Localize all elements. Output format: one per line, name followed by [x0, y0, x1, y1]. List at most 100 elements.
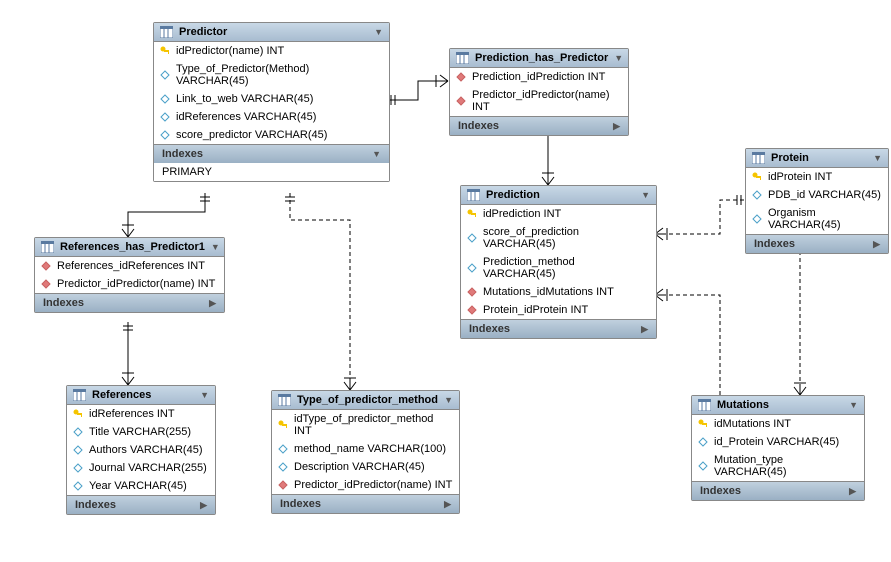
- diamond-fill-icon: [278, 480, 288, 490]
- column-row[interactable]: score_of_prediction VARCHAR(45): [461, 223, 656, 253]
- indexes-label: Indexes: [754, 238, 795, 250]
- column-list: idReferences INT Title VARCHAR(255) Auth…: [67, 405, 215, 495]
- key-icon: [698, 419, 708, 429]
- column-text: Prediction_idPrediction INT: [472, 71, 605, 83]
- indexes-bar[interactable]: Indexes▶: [67, 495, 215, 514]
- diamond-fill-icon: [41, 279, 51, 289]
- rel-prediction-protein: [655, 195, 745, 240]
- column-row[interactable]: Prediction_method VARCHAR(45): [461, 253, 656, 283]
- diamond-fill-icon: [41, 261, 51, 271]
- chevron-down-icon: ▼: [641, 190, 650, 200]
- column-row[interactable]: References_idReferences INT: [35, 257, 224, 275]
- column-row[interactable]: Type_of_Predictor(Method) VARCHAR(45): [154, 60, 389, 90]
- column-row[interactable]: Protein_idProtein INT: [461, 301, 656, 319]
- rel-rhp-references: [122, 322, 134, 385]
- entity-predictor[interactable]: Predictor ▼ idPredictor(name) INT Type_o…: [153, 22, 390, 182]
- key-icon: [278, 420, 288, 430]
- column-list: idPrediction INT score_of_prediction VAR…: [461, 205, 656, 319]
- entity-references-has-predictor1[interactable]: References_has_Predictor1 ▼ References_i…: [34, 237, 225, 313]
- column-text: Mutations_idMutations INT: [483, 286, 614, 298]
- chevron-down-icon: ▼: [873, 153, 882, 163]
- column-row[interactable]: idPrediction INT: [461, 205, 656, 223]
- entity-protein[interactable]: Protein ▼ idProtein INT PDB_id VARCHAR(4…: [745, 148, 889, 254]
- indexes-bar[interactable]: Indexes▶: [692, 481, 864, 500]
- indexes-bar[interactable]: Indexes▶: [272, 494, 459, 513]
- entity-header[interactable]: Predictor ▼: [154, 23, 389, 42]
- entity-mutations[interactable]: Mutations ▼ idMutations INT id_Protein V…: [691, 395, 865, 501]
- entity-header[interactable]: References ▼: [67, 386, 215, 405]
- diamond-open-icon: [467, 263, 477, 273]
- index-row[interactable]: PRIMARY: [154, 163, 389, 181]
- key-icon: [160, 46, 170, 56]
- indexes-label: Indexes: [43, 297, 84, 309]
- column-row[interactable]: Title VARCHAR(255): [67, 423, 215, 441]
- indexes-label: Indexes: [700, 485, 741, 497]
- entity-type-of-predictor-method[interactable]: Type_of_predictor_method ▼ idType_of_pre…: [271, 390, 460, 514]
- column-row[interactable]: idProtein INT: [746, 168, 888, 186]
- column-row[interactable]: idPredictor(name) INT: [154, 42, 389, 60]
- entity-header[interactable]: Protein ▼: [746, 149, 888, 168]
- indexes-bar[interactable]: Indexes▶: [461, 319, 656, 338]
- column-text: idType_of_predictor_method INT: [294, 413, 453, 437]
- column-row[interactable]: Predictor_idPredictor(name) INT: [450, 86, 628, 116]
- column-row[interactable]: Journal VARCHAR(255): [67, 459, 215, 477]
- column-text: Protein_idProtein INT: [483, 304, 588, 316]
- column-text: idProtein INT: [768, 171, 832, 183]
- column-list: idMutations INT id_Protein VARCHAR(45) M…: [692, 415, 864, 481]
- indexes-bar[interactable]: Indexes▼: [154, 144, 389, 163]
- column-text: Mutation_type VARCHAR(45): [714, 454, 858, 478]
- entity-title: Type_of_predictor_method: [297, 394, 438, 406]
- diamond-open-icon: [752, 190, 762, 200]
- column-row[interactable]: Organism VARCHAR(45): [746, 204, 888, 234]
- diamond-fill-icon: [467, 305, 477, 315]
- column-row[interactable]: idReferences INT: [67, 405, 215, 423]
- column-row[interactable]: Year VARCHAR(45): [67, 477, 215, 495]
- column-text: score_predictor VARCHAR(45): [176, 129, 327, 141]
- indexes-label: Indexes: [75, 499, 116, 511]
- entity-header[interactable]: References_has_Predictor1 ▼: [35, 238, 224, 257]
- column-row[interactable]: Link_to_web VARCHAR(45): [154, 90, 389, 108]
- column-text: Predictor_idPredictor(name) INT: [472, 89, 622, 113]
- indexes-bar[interactable]: Indexes▶: [450, 116, 628, 135]
- column-row[interactable]: PDB_id VARCHAR(45): [746, 186, 888, 204]
- diamond-open-icon: [73, 427, 83, 437]
- column-text: idPredictor(name) INT: [176, 45, 284, 57]
- column-list: idProtein INT PDB_id VARCHAR(45) Organis…: [746, 168, 888, 234]
- column-row[interactable]: Mutations_idMutations INT: [461, 283, 656, 301]
- column-row[interactable]: method_name VARCHAR(100): [272, 440, 459, 458]
- column-row[interactable]: Description VARCHAR(45): [272, 458, 459, 476]
- indexes-bar[interactable]: Indexes▶: [746, 234, 888, 253]
- column-text: Type_of_Predictor(Method) VARCHAR(45): [176, 63, 383, 87]
- entity-header[interactable]: Prediction_has_Predictor ▼: [450, 49, 628, 68]
- entity-prediction-has-predictor[interactable]: Prediction_has_Predictor ▼ Prediction_id…: [449, 48, 629, 136]
- column-row[interactable]: idMutations INT: [692, 415, 864, 433]
- chevron-down-icon: ▼: [374, 27, 383, 37]
- column-row[interactable]: Predictor_idPredictor(name) INT: [35, 275, 224, 293]
- entity-header[interactable]: Prediction ▼: [461, 186, 656, 205]
- entity-references[interactable]: References ▼ idReferences INT Title VARC…: [66, 385, 216, 515]
- entity-header[interactable]: Mutations ▼: [692, 396, 864, 415]
- column-row[interactable]: Prediction_idPrediction INT: [450, 68, 628, 86]
- chevron-down-icon: ▼: [614, 53, 623, 63]
- column-text: idReferences INT: [89, 408, 175, 420]
- indexes-bar[interactable]: Indexes▶: [35, 293, 224, 312]
- column-row[interactable]: score_predictor VARCHAR(45): [154, 126, 389, 144]
- column-row[interactable]: Predictor_idPredictor(name) INT: [272, 476, 459, 494]
- entity-title: Prediction: [486, 189, 635, 201]
- column-text: PDB_id VARCHAR(45): [768, 189, 881, 201]
- chevron-down-icon: ▼: [372, 149, 381, 159]
- rel-predictor-php: [388, 75, 448, 105]
- column-row[interactable]: idReferences VARCHAR(45): [154, 108, 389, 126]
- table-icon: [467, 189, 480, 201]
- entity-prediction[interactable]: Prediction ▼ idPrediction INT score_of_p…: [460, 185, 657, 339]
- column-row[interactable]: id_Protein VARCHAR(45): [692, 433, 864, 451]
- column-row[interactable]: Mutation_type VARCHAR(45): [692, 451, 864, 481]
- diamond-open-icon: [73, 463, 83, 473]
- column-text: method_name VARCHAR(100): [294, 443, 446, 455]
- column-row[interactable]: idType_of_predictor_method INT: [272, 410, 459, 440]
- column-row[interactable]: Authors VARCHAR(45): [67, 441, 215, 459]
- entity-title: Prediction_has_Predictor: [475, 52, 608, 64]
- entity-header[interactable]: Type_of_predictor_method ▼: [272, 391, 459, 410]
- chevron-right-icon: ▶: [613, 121, 620, 132]
- column-list: idType_of_predictor_method INT method_na…: [272, 410, 459, 494]
